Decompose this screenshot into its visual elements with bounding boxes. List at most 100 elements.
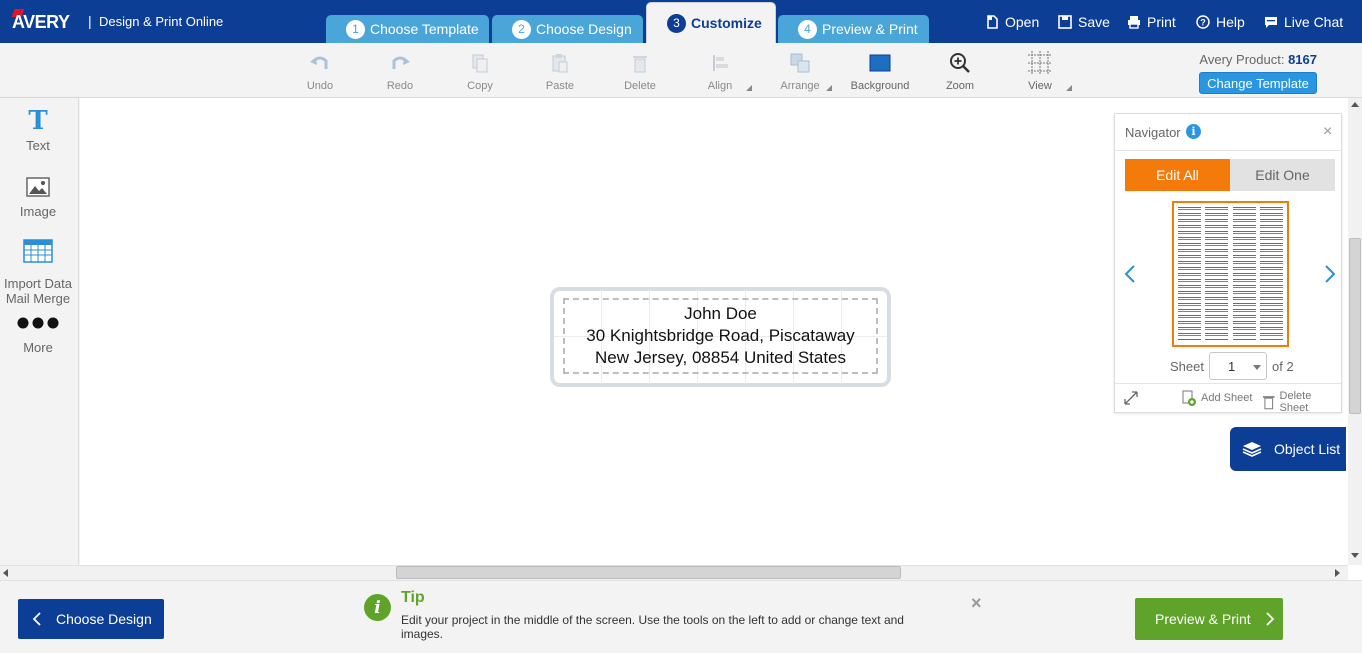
print-label: Print bbox=[1147, 14, 1176, 30]
sidebar-item-text[interactable]: T Text bbox=[0, 106, 76, 153]
tool-label: Zoom bbox=[930, 80, 990, 92]
sidebar-item-more[interactable]: More bbox=[0, 310, 76, 355]
print-button[interactable]: Print bbox=[1127, 12, 1176, 32]
scroll-right-icon[interactable] bbox=[1335, 569, 1340, 577]
help-button[interactable]: ? Help bbox=[1196, 12, 1245, 32]
sheet-thumbnail[interactable] bbox=[1172, 201, 1289, 347]
expand-icon[interactable] bbox=[1123, 390, 1139, 406]
chevron-right-icon[interactable] bbox=[1323, 264, 1337, 284]
background-button[interactable]: Background bbox=[850, 51, 910, 95]
tab-label: Customize bbox=[691, 15, 762, 31]
object-list-label: Object List bbox=[1274, 441, 1340, 457]
object-list-button[interactable]: Object List bbox=[1230, 427, 1346, 471]
close-icon[interactable]: × bbox=[1323, 123, 1332, 141]
tool-label: Undo bbox=[290, 80, 350, 92]
address-line-street[interactable]: 30 Knightsbridge Road, Piscataway bbox=[553, 326, 888, 346]
align-button[interactable]: Align bbox=[690, 51, 750, 95]
sheet-total: of 2 bbox=[1272, 359, 1294, 374]
avery-logo[interactable]: AVERY bbox=[12, 9, 76, 35]
top-header: AVERY | Design & Print Online 1 Choose T… bbox=[0, 0, 1362, 43]
step-number-badge: 2 bbox=[512, 20, 531, 39]
tool-label: Background bbox=[850, 80, 910, 92]
step-number-badge: 3 bbox=[667, 14, 686, 33]
dropdown-corner-icon bbox=[826, 85, 832, 91]
sidebar-item-label: More bbox=[0, 340, 76, 355]
redo-button[interactable]: Redo bbox=[370, 51, 430, 95]
sheet-select[interactable]: 1 bbox=[1209, 352, 1267, 380]
zoom-icon bbox=[930, 51, 990, 75]
open-file-icon bbox=[985, 15, 999, 29]
sidebar-item-label: Import Data bbox=[0, 276, 76, 291]
add-sheet-button[interactable]: Add Sheet bbox=[1181, 390, 1252, 406]
zoom-button[interactable]: Zoom bbox=[930, 51, 990, 95]
delete-button[interactable]: Delete bbox=[610, 51, 670, 95]
address-line-name[interactable]: John Doe bbox=[553, 304, 888, 324]
scroll-up-icon[interactable] bbox=[1351, 102, 1359, 107]
scroll-left-icon[interactable] bbox=[3, 569, 8, 577]
edit-all-button[interactable]: Edit All bbox=[1125, 159, 1230, 191]
grid-view-icon bbox=[1010, 51, 1070, 75]
chevron-left-icon[interactable] bbox=[1123, 264, 1137, 284]
align-icon bbox=[690, 51, 750, 75]
live-chat-button[interactable]: Live Chat bbox=[1264, 12, 1343, 32]
arrange-button[interactable]: Arrange bbox=[770, 51, 830, 95]
redo-icon bbox=[370, 51, 430, 75]
help-circle-icon: ? bbox=[1196, 15, 1210, 29]
scroll-down-icon[interactable] bbox=[1351, 553, 1359, 558]
help-label: Help bbox=[1216, 14, 1245, 30]
undo-icon bbox=[290, 51, 350, 75]
text-t-icon: T bbox=[0, 106, 76, 136]
printer-icon bbox=[1127, 15, 1141, 29]
info-icon[interactable]: i bbox=[1186, 124, 1201, 139]
product-number: 8167 bbox=[1288, 52, 1317, 67]
preview-print-button[interactable]: Preview & Print bbox=[1135, 598, 1283, 640]
sidebar-item-import-data[interactable]: Import Data Mail Merge bbox=[0, 236, 76, 306]
chevron-right-icon bbox=[1265, 612, 1275, 626]
chevron-down-icon bbox=[1253, 365, 1261, 370]
delete-sheet-button[interactable]: Delete Sheet bbox=[1262, 390, 1341, 414]
view-button[interactable]: View bbox=[1010, 51, 1070, 95]
save-button[interactable]: Save bbox=[1058, 12, 1110, 32]
sheet-value: 1 bbox=[1228, 359, 1235, 374]
navigator-panel: Navigator i × Edit All Edit One Sheet 1 … bbox=[1114, 113, 1342, 413]
delete-sheet-label: Delete Sheet bbox=[1280, 390, 1341, 414]
tab-customize[interactable]: 3 Customize bbox=[646, 2, 776, 43]
left-sidebar: T Text Image Import Data Mail Merge More bbox=[0, 98, 79, 565]
back-choose-design-button[interactable]: Choose Design bbox=[18, 599, 164, 639]
tip-title: Tip bbox=[401, 589, 425, 607]
open-button[interactable]: Open bbox=[985, 12, 1039, 32]
undo-button[interactable]: Undo bbox=[290, 51, 350, 95]
avery-product-info: Avery Product: 8167 bbox=[1199, 52, 1317, 67]
image-icon bbox=[0, 172, 76, 202]
thumbnail-column bbox=[1233, 207, 1256, 341]
tool-label: Arrange bbox=[770, 80, 830, 92]
address-line-city[interactable]: New Jersey, 08854 United States bbox=[553, 348, 888, 368]
save-label: Save bbox=[1078, 14, 1110, 30]
svg-text:?: ? bbox=[1200, 18, 1206, 28]
dropdown-corner-icon bbox=[1066, 85, 1072, 91]
tip-text: Edit your project in the middle of the s… bbox=[401, 613, 941, 641]
tip-info-icon: i bbox=[364, 594, 391, 621]
next-label: Preview & Print bbox=[1155, 611, 1251, 627]
edit-one-button[interactable]: Edit One bbox=[1230, 159, 1335, 191]
sidebar-item-image[interactable]: Image bbox=[0, 172, 76, 219]
copy-button[interactable]: Copy bbox=[450, 51, 510, 95]
product-label: Avery Product: bbox=[1199, 52, 1284, 67]
horizontal-scroll-thumb[interactable] bbox=[396, 566, 901, 579]
thumbnail-column bbox=[1178, 207, 1201, 341]
close-tip-icon[interactable]: × bbox=[971, 593, 982, 614]
open-label: Open bbox=[1005, 14, 1039, 30]
vertical-scroll-thumb[interactable] bbox=[1349, 238, 1361, 414]
tab-preview-print[interactable]: 4 Preview & Print bbox=[778, 15, 929, 43]
change-template-button[interactable]: Change Template bbox=[1199, 72, 1317, 94]
tool-label: Redo bbox=[370, 80, 430, 92]
add-sheet-icon bbox=[1181, 390, 1197, 406]
tab-choose-design[interactable]: 2 Choose Design bbox=[492, 15, 643, 43]
toolbar: Undo Redo Copy Paste Delete Align bbox=[0, 43, 1362, 98]
tab-choose-template[interactable]: 1 Choose Template bbox=[326, 15, 489, 43]
copy-icon bbox=[450, 51, 510, 75]
layers-icon bbox=[1242, 441, 1262, 457]
background-icon bbox=[850, 51, 910, 75]
paste-button[interactable]: Paste bbox=[530, 51, 590, 95]
tool-label: Paste bbox=[530, 80, 590, 92]
